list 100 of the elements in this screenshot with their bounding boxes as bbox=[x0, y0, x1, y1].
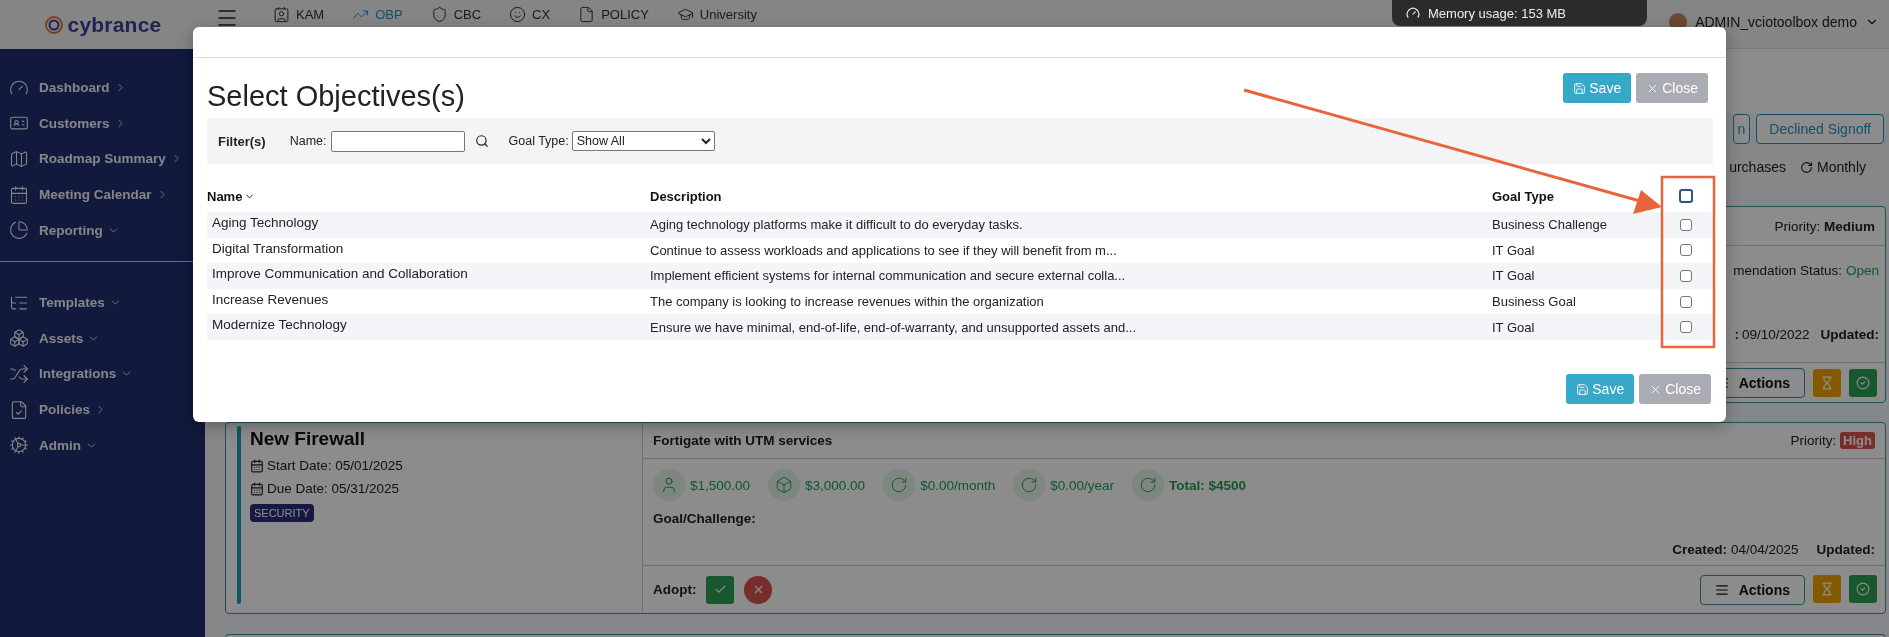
gauge-icon bbox=[1406, 6, 1420, 20]
save-button[interactable]: Save bbox=[1563, 73, 1632, 103]
table-cell: Implement efficient systems for internal communication and secure external colla... bbox=[650, 268, 1126, 284]
sidebar-item[interactable]: Meeting Calendar bbox=[0, 176, 205, 213]
row-checkbox[interactable] bbox=[1679, 321, 1692, 334]
filter-label: Filter(s) bbox=[218, 133, 266, 149]
table-cell: Aging Technology bbox=[212, 215, 319, 230]
shield-icon bbox=[430, 5, 448, 23]
nav-tab[interactable]: POLICY bbox=[578, 5, 649, 23]
row-checkbox[interactable] bbox=[1679, 244, 1692, 257]
refresh-icon bbox=[883, 469, 916, 501]
calendar-icon bbox=[9, 184, 29, 205]
sidebar-item[interactable]: Admin bbox=[0, 427, 205, 463]
check-icon bbox=[714, 583, 727, 596]
table-cell: IT Goal bbox=[1492, 268, 1535, 284]
sidebar-item[interactable]: Policies bbox=[0, 391, 205, 428]
table-cell: Modernize Technology bbox=[212, 317, 347, 333]
created-date: 09/10/2022 bbox=[1741, 327, 1810, 342]
nav-tab[interactable]: KAM bbox=[273, 5, 325, 23]
table-cell: Increase Revenues bbox=[212, 291, 329, 307]
file-icon bbox=[578, 5, 596, 23]
priority-label: Priority: bbox=[1774, 218, 1822, 234]
sidebar-item[interactable]: Assets bbox=[0, 320, 205, 357]
memory-usage-text: Memory usage: 153 MB bbox=[1428, 5, 1566, 21]
logo-icon bbox=[43, 14, 64, 35]
table-cell: The company is looking to increase revenues within the organization bbox=[650, 294, 1044, 310]
column-header[interactable]: Description bbox=[650, 180, 1492, 212]
select-all-checkbox[interactable] bbox=[1678, 189, 1693, 203]
updated-label: Updated: bbox=[1816, 542, 1875, 557]
user-name: ADMIN_vciotoolbox demo bbox=[1695, 14, 1857, 30]
refresh-icon bbox=[1132, 469, 1164, 501]
sidebar-item[interactable]: Roadmap Summary bbox=[0, 141, 205, 177]
priority-value: Medium bbox=[1824, 218, 1875, 234]
contact-card-icon bbox=[273, 5, 290, 23]
search-icon[interactable] bbox=[474, 134, 489, 148]
sidebar-item[interactable]: Customers bbox=[0, 105, 205, 142]
view-option[interactable]: urchases bbox=[1729, 159, 1786, 175]
row-checkbox[interactable] bbox=[1679, 270, 1692, 282]
calendar-icon bbox=[250, 481, 264, 496]
goal-type-select[interactable]: Show All bbox=[571, 131, 715, 151]
row-checkbox[interactable] bbox=[1679, 218, 1692, 231]
column-header[interactable]: Name bbox=[207, 180, 650, 212]
shuffle-icon bbox=[9, 363, 29, 384]
hourglass-icon bbox=[1820, 375, 1834, 390]
sidebar-item[interactable]: Dashboard bbox=[0, 70, 205, 106]
table-cell: Continue to assess workloads and applications to see if they will benefit from m... bbox=[650, 242, 1117, 258]
file-check-icon bbox=[9, 399, 29, 420]
table-cell: Improve Communication and Collaboration bbox=[212, 266, 468, 282]
adopt-label: Adopt: bbox=[653, 582, 697, 597]
approve-button[interactable] bbox=[1849, 368, 1877, 397]
nav-tab[interactable]: CBC bbox=[430, 5, 482, 23]
status-value: Open bbox=[1845, 263, 1879, 278]
actions-button[interactable]: Actions bbox=[1699, 574, 1805, 605]
nav-tab[interactable]: University bbox=[676, 5, 757, 23]
name-field[interactable] bbox=[330, 130, 465, 152]
save-icon bbox=[1573, 81, 1587, 95]
cost-amount: $0.00/month bbox=[883, 469, 996, 501]
smile-icon bbox=[509, 5, 527, 23]
cost-amount: $1,500.00 bbox=[653, 469, 751, 501]
gears-icon bbox=[9, 435, 29, 456]
boxes-icon bbox=[9, 328, 29, 349]
start-date: Start Date: 05/01/2025 bbox=[250, 458, 403, 473]
row-checkbox[interactable] bbox=[1679, 295, 1692, 308]
card-title: New Firewall bbox=[250, 428, 367, 450]
sidebar-item[interactable]: Reporting bbox=[0, 212, 205, 248]
save-button[interactable]: Save bbox=[1566, 374, 1635, 404]
updated-label: Updated: bbox=[1820, 327, 1879, 342]
reject-button[interactable] bbox=[744, 575, 773, 604]
check-circle-icon bbox=[1856, 375, 1870, 390]
menu-icon bbox=[1714, 582, 1729, 597]
cost-amount: $3,000.00 bbox=[768, 469, 866, 501]
goal-type-label: Goal Type: bbox=[508, 134, 569, 148]
created-date: 04/04/2025 bbox=[1730, 542, 1799, 557]
approve-button[interactable] bbox=[1849, 574, 1877, 603]
check-circle-icon bbox=[1856, 581, 1870, 596]
category-tag: SECURITY bbox=[250, 504, 314, 522]
close-icon bbox=[752, 583, 765, 596]
created-label: : bbox=[1734, 327, 1739, 342]
table-cell: IT Goal bbox=[1492, 242, 1535, 258]
nav-tab[interactable]: CX bbox=[509, 5, 551, 23]
accept-button[interactable] bbox=[706, 575, 735, 604]
table-cell: IT Goal bbox=[1492, 319, 1535, 335]
refresh-icon bbox=[1013, 469, 1046, 501]
card-summary: Fortigate with UTM services bbox=[653, 433, 833, 448]
name-label: Name: bbox=[289, 134, 327, 148]
due-date: Due Date: 05/31/2025 bbox=[250, 481, 403, 496]
pie-chart-icon bbox=[9, 220, 29, 241]
sidebar-item[interactable]: Integrations bbox=[0, 356, 205, 392]
status-filter-button[interactable]: Declined Signoff bbox=[1756, 114, 1884, 144]
map-icon bbox=[9, 149, 29, 169]
hourglass-icon bbox=[1820, 581, 1834, 596]
view-option[interactable]: Monthly bbox=[1799, 159, 1866, 175]
table-cell: Ensure we have minimal, end-of-life, end-of-warranty, and unsupported assets and... bbox=[650, 319, 1137, 335]
table-cell: Digital Transformation bbox=[212, 240, 344, 256]
save-icon bbox=[1576, 382, 1590, 396]
priority-badge: High bbox=[1840, 432, 1875, 449]
status-filter-button[interactable]: n bbox=[1732, 114, 1751, 144]
sidebar-item[interactable]: Templates bbox=[0, 284, 205, 321]
nav-tab[interactable]: OBP bbox=[352, 5, 403, 23]
column-header[interactable]: Goal Type bbox=[1492, 180, 1670, 212]
